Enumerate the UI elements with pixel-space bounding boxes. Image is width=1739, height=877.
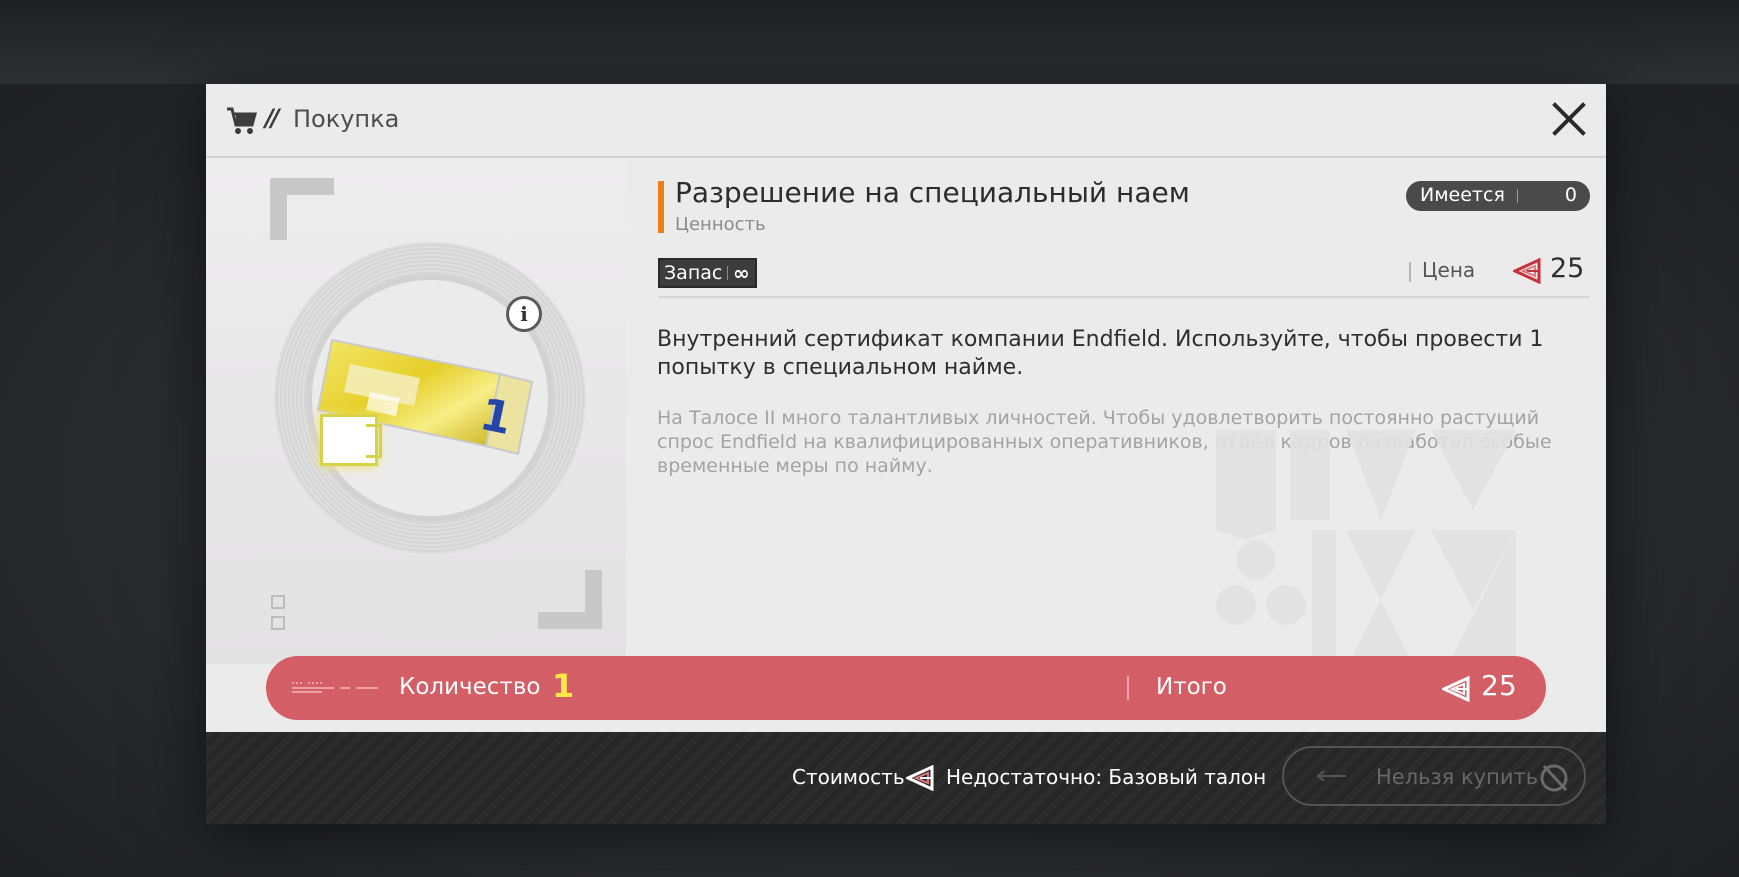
cost-label: Стоимость — [792, 765, 905, 789]
currency-icon — [1513, 258, 1541, 284]
insufficient-message: Недостаточно: Базовый талон — [946, 765, 1267, 789]
arrow-left-icon — [1316, 770, 1346, 782]
price-value: 25 — [1550, 253, 1585, 284]
quantity-value[interactable]: 1 — [552, 667, 574, 705]
price-separator — [1409, 262, 1411, 282]
currency-icon — [906, 765, 934, 791]
total-label: Итого — [1156, 674, 1227, 700]
owned-value: 0 — [1564, 184, 1577, 206]
owned-label: Имеется — [1420, 184, 1505, 206]
owned-separator — [1517, 189, 1518, 203]
deco-square — [271, 616, 285, 630]
barcode-decoration — [292, 682, 378, 693]
header-slashes: // — [265, 104, 279, 132]
deco-square — [271, 595, 285, 609]
corner-bracket-bottom-right-vertical — [585, 570, 602, 629]
buy-button-label: Нельзя купить — [1376, 765, 1539, 789]
quantity-label: Количество — [399, 674, 541, 700]
info-button[interactable]: i — [506, 296, 542, 332]
dialog-footer: Стоимость Недостаточно: Базовый талон Не… — [206, 732, 1606, 824]
dialog-title: Покупка — [293, 105, 400, 133]
stock-value: ∞ — [733, 261, 750, 285]
buy-button[interactable]: Нельзя купить — [1282, 746, 1586, 806]
purchase-dialog: // Покупка 1 i Разрешение на специальный… — [206, 84, 1606, 824]
background-emblem — [1216, 430, 1516, 670]
stock-label: Запас — [664, 262, 723, 284]
close-icon[interactable] — [1550, 100, 1588, 138]
owned-badge: Имеется 0 — [1406, 181, 1590, 211]
info-divider — [658, 296, 1590, 298]
item-name: Разрешение на специальный наем — [675, 176, 1190, 209]
price-label: Цена — [1422, 258, 1476, 282]
currency-icon — [1442, 676, 1470, 702]
item-description: Внутренний сертификат компании Endfield.… — [657, 327, 1544, 380]
quantity-bar: Количество 1 Итого 25 — [266, 656, 1546, 720]
cart-icon — [227, 107, 257, 134]
background-top — [0, 0, 1739, 84]
title-accent-bar — [658, 181, 664, 233]
total-value: 25 — [1481, 669, 1517, 702]
corner-bracket-top-left-vertical — [270, 178, 287, 240]
quantity-separator — [1127, 676, 1129, 700]
info-icon: i — [520, 302, 528, 326]
dialog-header: // Покупка — [206, 84, 1606, 158]
badge-icon-edge — [366, 424, 382, 458]
stock-separator — [727, 266, 728, 280]
stock-badge: Запас ∞ — [658, 258, 757, 288]
prohibited-icon — [1540, 764, 1568, 792]
item-category: Ценность — [675, 214, 766, 235]
